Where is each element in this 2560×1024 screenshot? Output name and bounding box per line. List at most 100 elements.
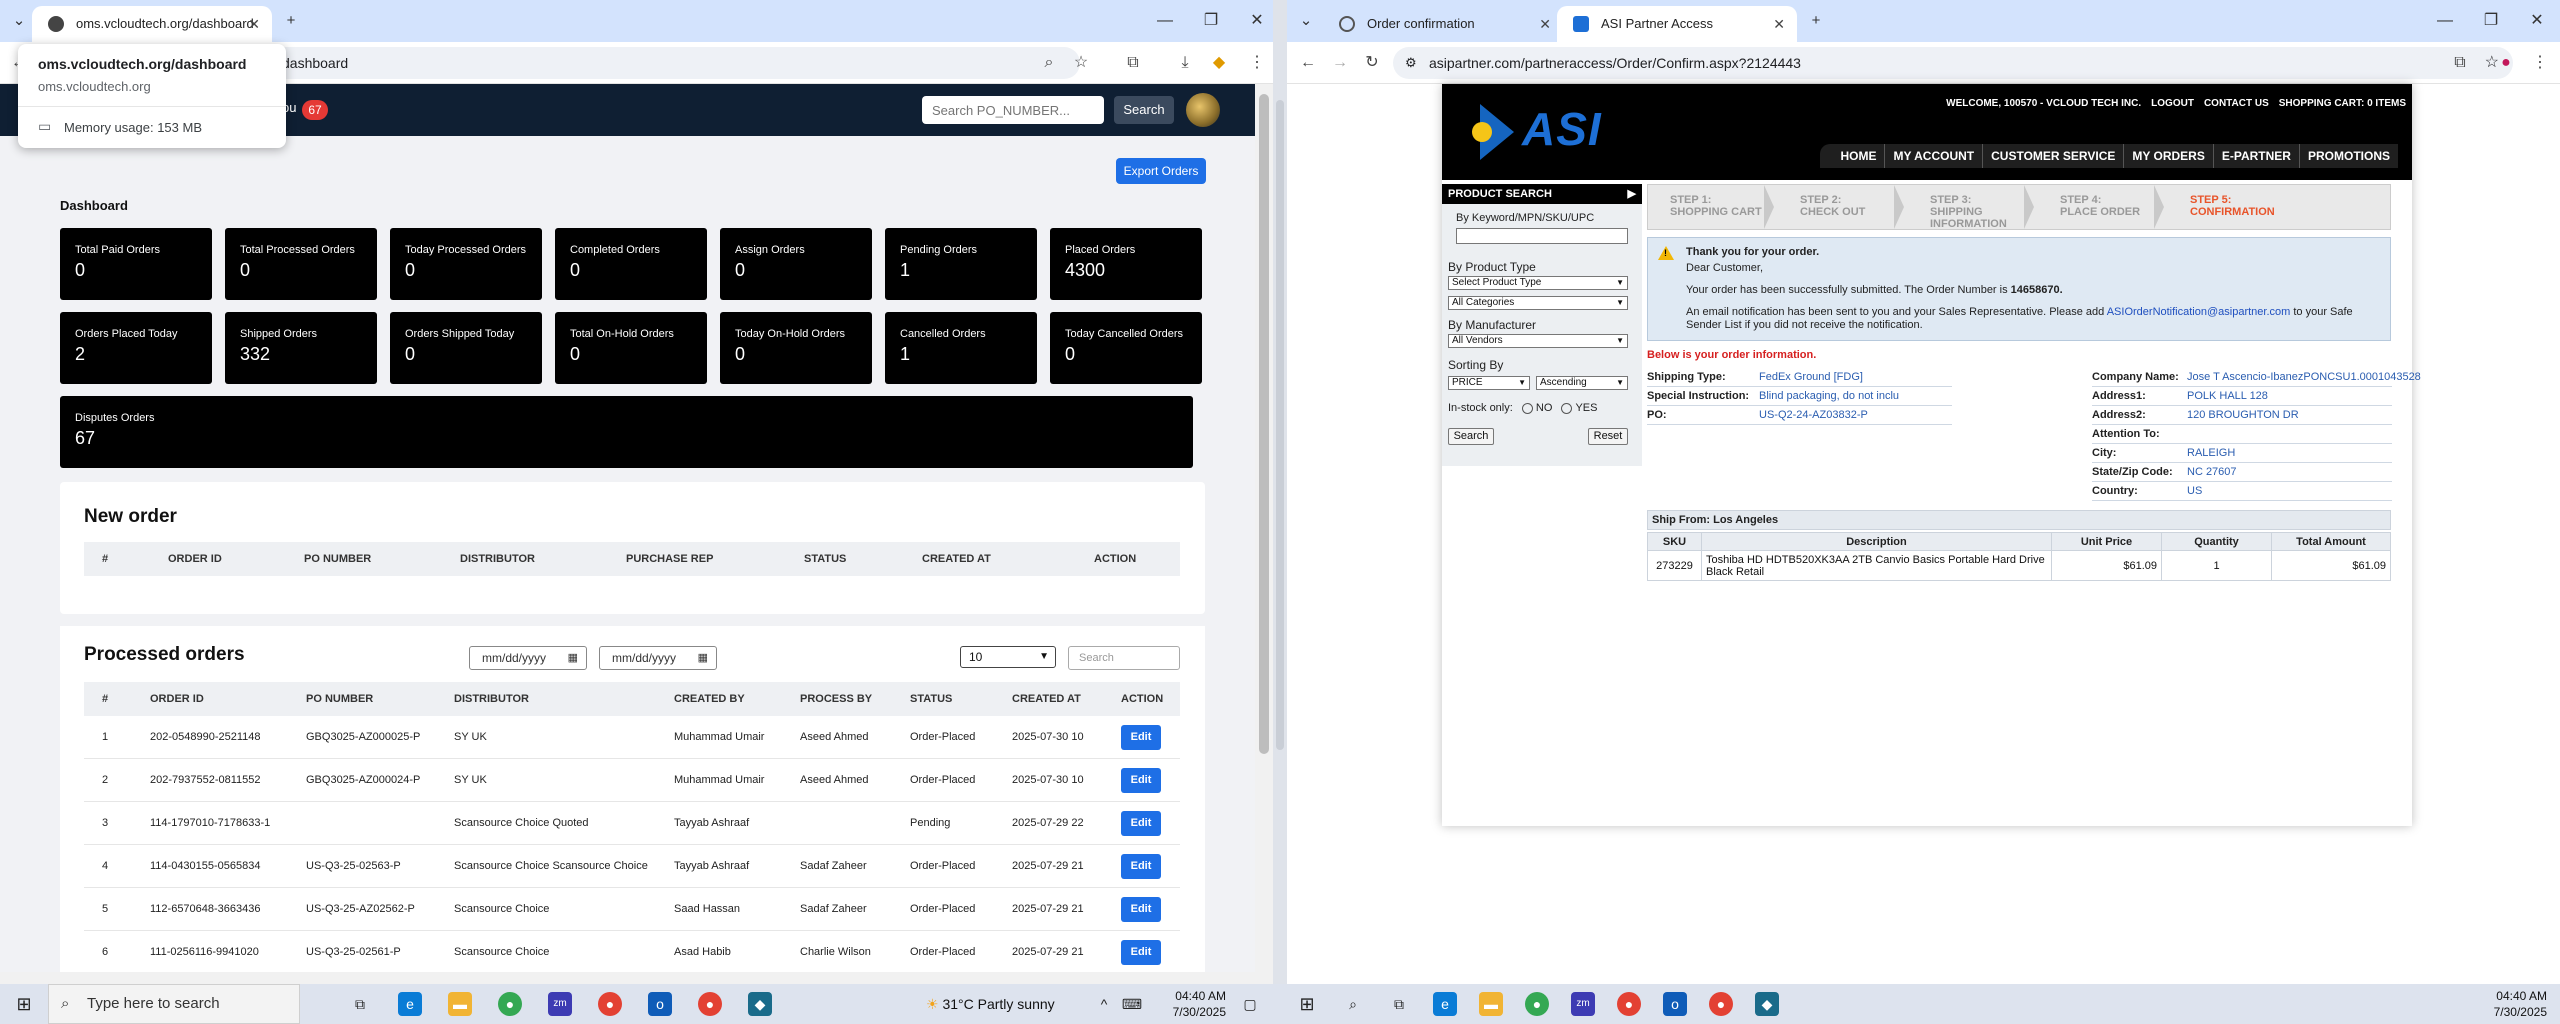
- menu-kebab-icon[interactable]: ⋮: [2527, 50, 2553, 76]
- minimize-icon[interactable]: —: [2422, 0, 2468, 42]
- file-explorer-icon[interactable]: ▬: [448, 992, 472, 1016]
- card-shipped-orders[interactable]: Shipped Orders 332: [225, 312, 377, 384]
- tray-chevron-icon[interactable]: ^: [1092, 992, 1116, 1016]
- extensions-icon[interactable]: ⧉: [1120, 50, 1146, 76]
- po-search-input[interactable]: [922, 96, 1104, 124]
- split-divider[interactable]: [1273, 0, 1287, 984]
- search-icon[interactable]: ⌕: [1341, 992, 1365, 1016]
- nav-customer-service[interactable]: CUSTOMER SERVICE: [1982, 144, 2123, 168]
- reload-icon[interactable]: ↻: [1359, 50, 1385, 76]
- top-link-welcome-100570-vcloud-te[interactable]: WELCOME, 100570 - VCLOUD TECH INC.: [1946, 98, 2141, 109]
- windows-start-icon[interactable]: ⊞: [12, 992, 36, 1016]
- edit-button[interactable]: Edit: [1121, 725, 1161, 750]
- address-bar[interactable]: ⚙ asipartner.com/partneraccess/Order/Con…: [1393, 47, 2513, 79]
- weather-widget[interactable]: ☀ 31°C Partly sunny: [926, 984, 1055, 1024]
- nav-my-orders[interactable]: MY ORDERS: [2123, 144, 2212, 168]
- left-horizontal-scrollbar[interactable]: [0, 972, 1255, 984]
- card-pending-orders[interactable]: Pending Orders 1: [885, 228, 1037, 300]
- outlook-icon[interactable]: o: [648, 992, 672, 1016]
- card-completed-orders[interactable]: Completed Orders 0: [555, 228, 707, 300]
- product-reset-button[interactable]: Reset: [1588, 428, 1628, 445]
- chrome-icon-2[interactable]: ●: [598, 992, 622, 1016]
- product-search-button[interactable]: Search: [1448, 428, 1494, 445]
- processed-search-input[interactable]: Search: [1068, 646, 1180, 670]
- edge-icon[interactable]: e: [1433, 992, 1457, 1016]
- chrome-icon[interactable]: ●: [1525, 992, 1549, 1016]
- asi-logo[interactable]: ASI: [1522, 102, 1602, 156]
- new-tab-icon[interactable]: +: [1803, 8, 1829, 34]
- tab-search-chevron-icon[interactable]: ⌄: [6, 8, 32, 34]
- taskbar-clock[interactable]: 04:40 AM 7/30/2025: [2467, 988, 2547, 1020]
- card-assign-orders[interactable]: Assign Orders 0: [720, 228, 872, 300]
- chevron-right-icon[interactable]: ▶: [1628, 184, 1636, 204]
- scrollbar-thumb[interactable]: [1259, 94, 1269, 754]
- card-orders-placed-today[interactable]: Orders Placed Today 2: [60, 312, 212, 384]
- task-view-icon[interactable]: ⧉: [1387, 992, 1411, 1016]
- zoom-app-icon[interactable]: zm: [1571, 992, 1595, 1016]
- task-view-icon[interactable]: ⧉: [348, 992, 372, 1016]
- nav-home[interactable]: HOME: [1832, 144, 1884, 168]
- menu-kebab-icon[interactable]: ⋮: [1244, 50, 1270, 76]
- po-search-button[interactable]: Search: [1114, 96, 1174, 124]
- close-window-icon[interactable]: ✕: [2514, 0, 2560, 42]
- card-placed-orders[interactable]: Placed Orders 4300: [1050, 228, 1202, 300]
- site-settings-icon[interactable]: ⚙: [1405, 47, 1417, 79]
- edit-button[interactable]: Edit: [1121, 768, 1161, 793]
- outlook-icon[interactable]: o: [1663, 992, 1687, 1016]
- nav-promotions[interactable]: PROMOTIONS: [2298, 144, 2398, 168]
- tab-dashboard[interactable]: oms.vcloudtech.org/dashboard ✕: [32, 6, 272, 42]
- windows-start-icon[interactable]: ⊞: [1295, 992, 1319, 1016]
- close-window-icon[interactable]: ✕: [1234, 0, 1273, 42]
- edit-button[interactable]: Edit: [1121, 897, 1161, 922]
- zoom-icon[interactable]: ⌕: [1036, 50, 1062, 76]
- notification-icon[interactable]: ▢: [1238, 992, 1262, 1016]
- close-tab-icon[interactable]: ✕: [1773, 6, 1785, 42]
- card-orders-shipped-today[interactable]: Orders Shipped Today 0: [390, 312, 542, 384]
- card-total-processed-orders[interactable]: Total Processed Orders 0: [225, 228, 377, 300]
- chrome-icon-3[interactable]: ●: [698, 992, 722, 1016]
- app-icon[interactable]: ◆: [748, 992, 772, 1016]
- tab-search-chevron-icon[interactable]: ⌄: [1293, 8, 1319, 34]
- instock-no-radio[interactable]: [1521, 402, 1533, 414]
- bookmark-star-icon[interactable]: ☆: [1068, 50, 1094, 76]
- edit-button[interactable]: Edit: [1121, 940, 1161, 965]
- vendor-select[interactable]: All Vendors ▼: [1448, 334, 1628, 348]
- forward-icon[interactable]: →: [1327, 50, 1353, 76]
- extension-icon[interactable]: ◆: [1206, 50, 1232, 76]
- taskbar-search[interactable]: ⌕ Type here to search: [48, 984, 300, 1024]
- nav-my-account[interactable]: MY ACCOUNT: [1884, 144, 1982, 168]
- card-today-on-hold-orders[interactable]: Today On-Hold Orders 0: [720, 312, 872, 384]
- tab-asi-partner-access[interactable]: ASI Partner Access ✕: [1557, 6, 1797, 42]
- edge-icon[interactable]: e: [398, 992, 422, 1016]
- nav-e-partner[interactable]: E-PARTNER: [2212, 144, 2299, 168]
- edit-button[interactable]: Edit: [1121, 811, 1161, 836]
- chrome-icon-3[interactable]: ●: [1709, 992, 1733, 1016]
- restore-icon[interactable]: ❐: [2468, 0, 2514, 42]
- avatar[interactable]: [1186, 93, 1220, 127]
- taskbar-clock[interactable]: 04:40 AM 7/30/2025: [1150, 988, 1226, 1020]
- app-icon[interactable]: ◆: [1755, 992, 1779, 1016]
- card-today-processed-orders[interactable]: Today Processed Orders 0: [390, 228, 542, 300]
- keyword-input[interactable]: [1456, 228, 1628, 244]
- minimize-icon[interactable]: —: [1142, 0, 1188, 42]
- back-icon[interactable]: ←: [1295, 50, 1321, 76]
- download-icon[interactable]: ⤓: [1172, 50, 1198, 76]
- card-cancelled-orders[interactable]: Cancelled Orders 1: [885, 312, 1037, 384]
- left-vertical-scrollbar[interactable]: [1255, 84, 1273, 984]
- zoom-app-icon[interactable]: zm: [548, 992, 572, 1016]
- card-disputes-orders[interactable]: Disputes Orders 67: [60, 396, 1193, 468]
- export-orders-button[interactable]: Export Orders: [1116, 158, 1206, 184]
- address-bar[interactable]: dashboard: [250, 47, 1080, 79]
- sort-order-select[interactable]: Ascending ▼: [1536, 376, 1628, 390]
- card-today-cancelled-orders[interactable]: Today Cancelled Orders 0: [1050, 312, 1202, 384]
- new-tab-icon[interactable]: +: [278, 8, 304, 34]
- card-total-paid-orders[interactable]: Total Paid Orders 0: [60, 228, 212, 300]
- chrome-icon-2[interactable]: ●: [1617, 992, 1641, 1016]
- close-tab-icon[interactable]: ✕: [248, 6, 260, 42]
- category-select[interactable]: All Categories ▼: [1448, 296, 1628, 310]
- card-total-on-hold-orders[interactable]: Total On-Hold Orders 0: [555, 312, 707, 384]
- top-link-contact-us[interactable]: CONTACT US: [2204, 98, 2269, 109]
- chrome-icon[interactable]: ●: [498, 992, 522, 1016]
- date-to-input[interactable]: mm/dd/yyyy ▦: [599, 646, 717, 670]
- tab-order-confirmation[interactable]: Order confirmation ✕: [1323, 6, 1563, 42]
